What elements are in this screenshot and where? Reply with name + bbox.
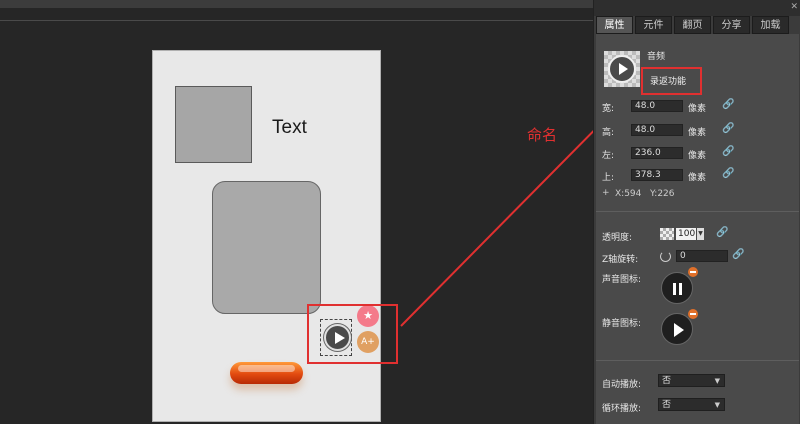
panel-tabs: 属性 元件 翻页 分享 加载 xyxy=(596,16,799,34)
tab-page-turn[interactable]: 翻页 xyxy=(674,16,711,34)
mute-icon-label: 静音图标: xyxy=(602,319,642,329)
coord-x-readout: X:594 xyxy=(615,189,642,199)
link-icon[interactable]: 🔗 xyxy=(722,100,734,110)
top-input[interactable]: 378.3 xyxy=(631,169,683,181)
link-icon[interactable]: 🔗 xyxy=(722,169,734,179)
link-icon[interactable]: 🔗 xyxy=(732,250,744,260)
left-input[interactable]: 236.0 xyxy=(631,147,683,159)
tab-components[interactable]: 元件 xyxy=(635,16,672,34)
unit-label: 像素 xyxy=(688,173,707,183)
chevron-down-icon: ▼ xyxy=(714,377,720,385)
divider xyxy=(596,211,799,212)
top-label: 上: xyxy=(602,173,615,183)
left-label: 左: xyxy=(602,151,615,161)
element-type-label: 音频 xyxy=(647,52,666,62)
chevron-down-icon[interactable]: ▼ xyxy=(697,228,704,240)
mute-icon-button[interactable] xyxy=(661,313,693,345)
panel-header: ✕ xyxy=(594,0,800,16)
properties-panel: ✕ 属性 元件 翻页 分享 加载 音频 录返功能 宽: 48.0 像素 🔗 高:… xyxy=(593,0,800,424)
divider xyxy=(596,360,799,361)
highlight-name-field xyxy=(641,67,702,95)
loop-label: 循环播放: xyxy=(602,404,642,414)
z-rotate-input[interactable]: 0 xyxy=(676,250,728,262)
link-icon[interactable]: 🔗 xyxy=(716,228,728,238)
remove-icon[interactable] xyxy=(688,267,698,277)
link-icon[interactable]: 🔗 xyxy=(722,124,734,134)
tab-properties[interactable]: 属性 xyxy=(596,16,633,34)
coord-y-readout: Y:226 xyxy=(650,189,675,199)
z-rotate-label: Z轴旋转: xyxy=(602,255,639,265)
autoplay-value: 否 xyxy=(662,376,672,386)
close-icon[interactable]: ✕ xyxy=(790,2,798,12)
height-input[interactable]: 48.0 xyxy=(631,124,683,136)
pause-icon xyxy=(673,283,683,295)
width-input[interactable]: 48.0 xyxy=(631,100,683,112)
sound-icon-button[interactable] xyxy=(661,272,693,304)
autoplay-label: 自动播放: xyxy=(602,380,642,390)
loop-select[interactable]: 否 ▼ xyxy=(658,398,725,411)
opacity-label: 透明度: xyxy=(602,233,633,243)
rotate-icon xyxy=(660,251,671,262)
link-icon[interactable]: 🔗 xyxy=(722,147,734,157)
audio-thumbnail xyxy=(604,51,640,87)
plus-icon: + xyxy=(602,188,610,198)
unit-label: 像素 xyxy=(688,128,707,138)
opacity-input[interactable]: 100 xyxy=(676,228,696,240)
tab-share[interactable]: 分享 xyxy=(713,16,750,34)
unit-label: 像素 xyxy=(688,104,707,114)
transparency-icon xyxy=(660,228,674,240)
sound-icon-label: 声音图标: xyxy=(602,275,642,285)
autoplay-select[interactable]: 否 ▼ xyxy=(658,374,725,387)
editor-app: Text ★ A+ 命名 ✕ 属性 元件 翻页 分享 加载 音频 录返功能 宽:… xyxy=(0,0,800,424)
play-icon xyxy=(674,323,684,337)
loop-value: 否 xyxy=(662,400,672,410)
annotation-label: 命名 xyxy=(527,126,558,144)
width-label: 宽: xyxy=(602,104,615,114)
play-icon xyxy=(608,55,636,83)
tab-loading[interactable]: 加载 xyxy=(752,16,789,34)
height-label: 高: xyxy=(602,128,615,138)
chevron-down-icon: ▼ xyxy=(714,401,720,409)
remove-icon[interactable] xyxy=(688,309,698,319)
unit-label: 像素 xyxy=(688,151,707,161)
